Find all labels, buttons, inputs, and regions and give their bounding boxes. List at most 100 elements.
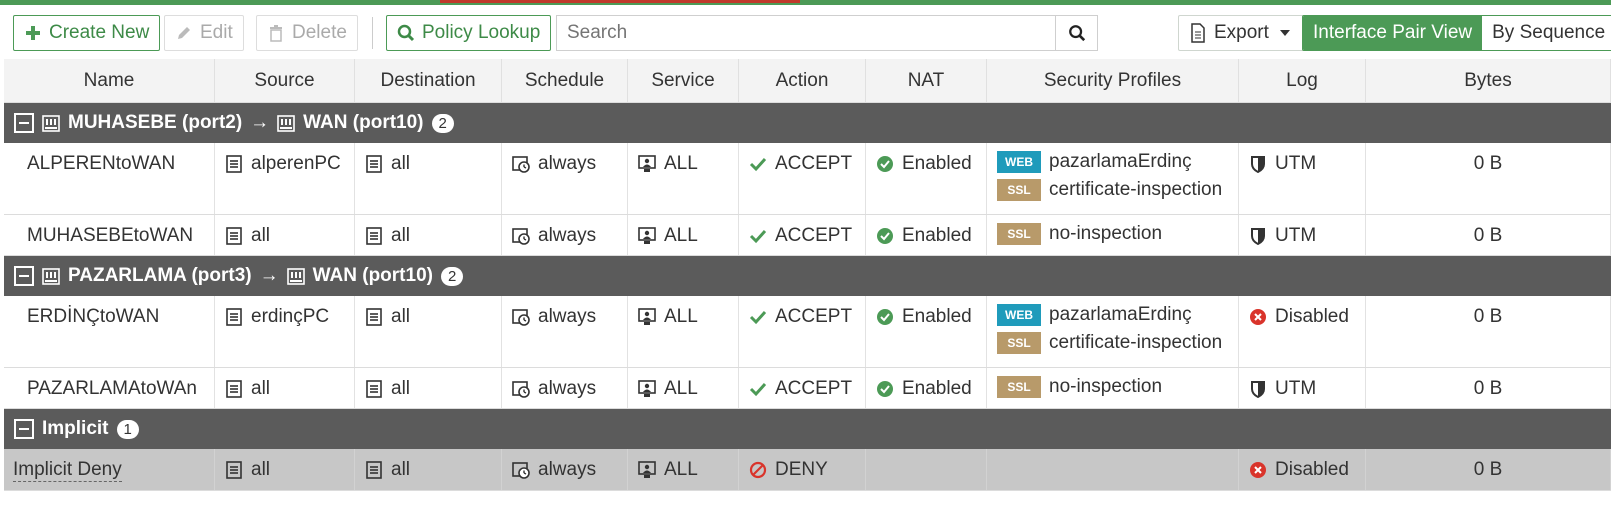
column-header-destination[interactable]: Destination (355, 59, 502, 102)
ssl-profile-badge: SSL (997, 332, 1041, 354)
group-header[interactable]: MUHASEBE (port2) → WAN (port10) 2 (4, 103, 1611, 143)
search-submit-button[interactable] (1055, 16, 1097, 50)
ssl-profile-badge: SSL (997, 376, 1041, 398)
table-row-implicit-deny[interactable]: Implicit Deny all all always ALL DENY Di… (4, 449, 1611, 491)
source-value: all (251, 459, 271, 480)
service-icon (638, 308, 656, 326)
arrow-icon: → (259, 265, 279, 286)
profile-name[interactable]: no-inspection (1049, 223, 1162, 245)
schedule-value: always (538, 225, 597, 246)
schedule-value: always (538, 306, 597, 327)
destination-value: all (391, 153, 411, 174)
column-header-name[interactable]: Name (4, 59, 215, 102)
policy-name: ALPERENtoWAN (27, 153, 176, 174)
table-row[interactable]: ERDİNÇtoWAN erdinçPC all always ALL ACCEPT Ena… (4, 296, 1611, 368)
schedule-value: always (538, 378, 597, 399)
delete-button[interactable]: Delete (256, 15, 358, 51)
column-header-log[interactable]: Log (1239, 59, 1366, 102)
group-source-interface: PAZARLAMA (port3) (68, 265, 252, 286)
group-header-implicit[interactable]: Implicit 1 (4, 409, 1611, 449)
plus-icon (24, 24, 42, 42)
bytes-value: 0 B (1473, 378, 1503, 399)
destination-value: all (391, 306, 411, 327)
collapse-icon[interactable] (14, 266, 34, 286)
address-icon (365, 380, 383, 398)
group-count-badge: 2 (440, 266, 464, 286)
trash-icon (267, 24, 285, 42)
edit-button[interactable]: Edit (164, 15, 244, 51)
nat-value: Enabled (902, 378, 972, 399)
shield-icon (1249, 380, 1267, 398)
address-icon (225, 227, 243, 245)
policy-name: MUHASEBEtoWAN (27, 225, 194, 246)
column-header-nat[interactable]: NAT (866, 59, 987, 102)
log-value: Disabled (1275, 306, 1349, 327)
log-value: UTM (1275, 153, 1317, 174)
collapse-icon[interactable] (14, 419, 34, 439)
destination-value: all (391, 378, 411, 399)
policy-name[interactable]: Implicit Deny (13, 459, 122, 482)
search-input[interactable] (557, 16, 1055, 50)
shield-icon (1249, 227, 1267, 245)
profile-name[interactable]: pazarlamaErdinç (1049, 304, 1192, 326)
profile-name[interactable]: pazarlamaErdinç (1049, 151, 1192, 173)
column-header-source[interactable]: Source (215, 59, 355, 102)
web-profile-badge: WEB (997, 151, 1041, 173)
column-header-action[interactable]: Action (739, 59, 866, 102)
log-value: UTM (1275, 225, 1317, 246)
interface-icon (277, 114, 295, 132)
profile-name[interactable]: no-inspection (1049, 376, 1162, 398)
collapse-icon[interactable] (14, 113, 34, 133)
group-header[interactable]: PAZARLAMA (port3) → WAN (port10) 2 (4, 256, 1611, 296)
export-dropdown-button[interactable]: Export (1178, 15, 1305, 51)
schedule-value: always (538, 459, 597, 480)
create-new-button[interactable]: Create New (13, 15, 161, 51)
interface-icon (286, 267, 305, 285)
address-icon (365, 227, 383, 245)
profile-name[interactable]: certificate-inspection (1049, 332, 1222, 354)
column-header-service[interactable]: Service (628, 59, 739, 102)
policy-groups: MUHASEBE (port2) → WAN (port10) 2 ALPERENtoW… (4, 103, 1611, 409)
source-value: all (251, 225, 271, 246)
table-row[interactable]: PAZARLAMAtoWAn all all always ALL ACCEPT Enabl… (4, 368, 1611, 409)
toolbar: Create New Edit Delete Policy Lookup Exp… (0, 5, 1611, 59)
service-value: ALL (664, 225, 698, 246)
by-sequence-button[interactable]: By Sequence (1482, 16, 1611, 50)
service-icon (638, 227, 656, 245)
address-icon (225, 308, 243, 326)
table-header: Name Source Destination Schedule Service… (4, 59, 1611, 103)
nat-value: Enabled (902, 153, 972, 174)
web-profile-badge: WEB (997, 304, 1041, 326)
column-header-bytes[interactable]: Bytes (1366, 59, 1611, 102)
progress-accent (440, 0, 800, 3)
column-header-security-profiles[interactable]: Security Profiles (987, 59, 1239, 102)
enabled-icon (876, 227, 894, 245)
table-row[interactable]: ALPERENtoWAN alperenPC all always ALL ACCEPT E… (4, 143, 1611, 215)
enabled-icon (876, 308, 894, 326)
source-value: alperenPC (251, 153, 341, 174)
schedule-icon (512, 380, 530, 398)
export-label: Export (1214, 22, 1269, 43)
policy-name: PAZARLAMAtoWAn (27, 378, 197, 399)
ssl-profile-badge: SSL (997, 223, 1041, 245)
schedule-icon (512, 461, 530, 479)
address-icon (365, 461, 383, 479)
action-value: ACCEPT (775, 306, 853, 327)
log-value: UTM (1275, 378, 1317, 399)
interface-pair-view-button[interactable]: Interface Pair View (1303, 16, 1483, 50)
edit-label: Edit (200, 22, 233, 43)
bytes-value: 0 B (1473, 459, 1503, 480)
policy-name: ERDİNÇtoWAN (27, 306, 160, 327)
checkmark-icon (749, 227, 767, 245)
policy-lookup-button[interactable]: Policy Lookup (386, 15, 552, 51)
caret-down-icon (1276, 24, 1294, 42)
bytes-value: 0 B (1473, 153, 1503, 174)
profile-name[interactable]: certificate-inspection (1049, 179, 1222, 201)
policy-lookup-label: Policy Lookup (422, 22, 541, 43)
table-row[interactable]: MUHASEBEtoWAN all all always ALL ACCEPT Enable… (4, 215, 1611, 256)
action-value: ACCEPT (775, 153, 853, 174)
group-destination-interface: WAN (port10) (312, 265, 433, 286)
nat-value: Enabled (902, 225, 972, 246)
disabled-icon (1249, 308, 1267, 326)
column-header-schedule[interactable]: Schedule (502, 59, 628, 102)
